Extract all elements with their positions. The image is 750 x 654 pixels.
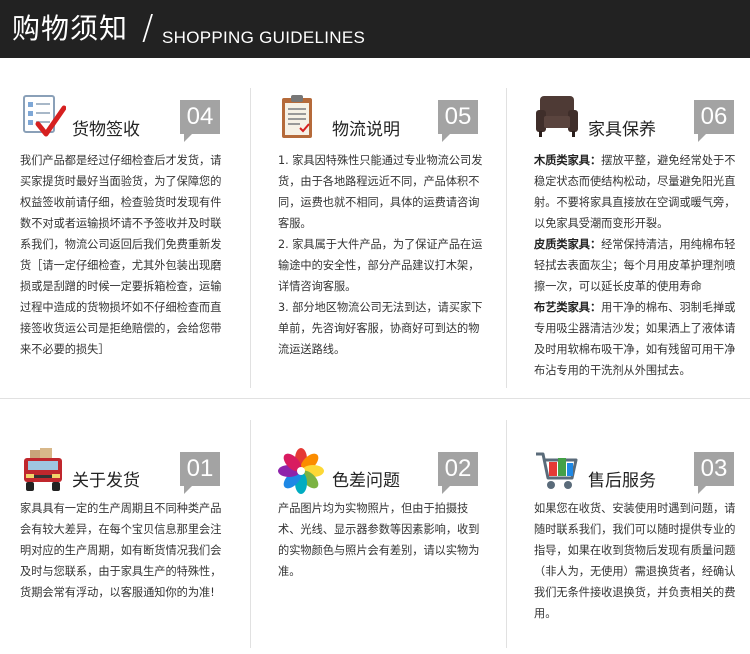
header-slash: / bbox=[142, 8, 154, 48]
checklist-icon bbox=[20, 94, 67, 140]
card-title: 售后服务 bbox=[588, 471, 656, 491]
logistics-item: 2. 家具属于大件产品，为了保证产品在运输途中的安全性，部分产品建议打木架，详情… bbox=[278, 238, 483, 293]
clipboard-icon bbox=[278, 94, 324, 140]
card-title: 货物签收 bbox=[72, 120, 140, 140]
card-shipping: 关于发货 01 家具具有一定的生产周期且不同种类产品会有较大差异，在每个宝贝信息… bbox=[20, 448, 242, 648]
logistics-item: 3. 部分地区物流公司无法到达，请买家下单前，先咨询好客服，协商好可到达的物流运… bbox=[278, 301, 483, 356]
card-title: 物流说明 bbox=[332, 120, 400, 140]
care-item-label: 布艺类家具： bbox=[534, 301, 602, 314]
card-number-badge: 02 bbox=[438, 452, 478, 494]
header-bar: 购物须知 / SHOPPING GUIDELINES bbox=[0, 0, 750, 58]
card-number-badge: 01 bbox=[180, 452, 220, 494]
care-item-label: 皮质类家具： bbox=[534, 238, 602, 251]
card-body: 家具具有一定的生产周期且不同种类产品会有较大差异，在每个宝贝信息那里会注明对应的… bbox=[20, 502, 222, 599]
logistics-item: 1. 家具因特殊性只能通过专业物流公司发货，由于各地路程远近不同，产品体积不同，… bbox=[278, 154, 483, 230]
card-body: 如果您在收货、安装使用时遇到问题，请随时联系我们，我们可以随时提供专业的指导，如… bbox=[534, 502, 736, 620]
divider-v2-top bbox=[506, 88, 507, 388]
card-body: 木质类家具：摆放平整，避免经常处于不稳定状态而使结构松动，尽量避免阳光直射。不要… bbox=[534, 150, 740, 381]
header-title-en: SHOPPING GUIDELINES bbox=[162, 28, 366, 47]
card-title: 色差问题 bbox=[332, 471, 400, 491]
card-title: 关于发货 bbox=[72, 471, 140, 491]
card-number-badge: 03 bbox=[694, 452, 734, 494]
card-body: 1. 家具因特殊性只能通过专业物流公司发货，由于各地路程远近不同，产品体积不同，… bbox=[278, 150, 490, 360]
card-number-badge: 05 bbox=[438, 100, 478, 142]
care-item-label: 木质类家具： bbox=[534, 154, 602, 167]
divider-v1-top bbox=[250, 88, 251, 388]
divider-v2-bottom bbox=[506, 420, 507, 648]
card-body: 产品图片均为实物照片，但由于拍摄技术、光线、显示器参数等因素影响，收到的实物颜色… bbox=[278, 502, 480, 578]
truck-icon bbox=[20, 448, 66, 494]
card-receipt: 货物签收 04 我们产品都是经过仔细检查后才发货，请买家提货时最好当面验货，为了… bbox=[20, 94, 242, 384]
care-item: 木质类家具：摆放平整，避免经常处于不稳定状态而使结构松动，尽量避免阳光直射。不要… bbox=[534, 150, 740, 234]
card-aftersales: 售后服务 03 如果您在收货、安装使用时遇到问题，请随时联系我们，我们可以随时提… bbox=[534, 448, 744, 648]
card-title: 家具保养 bbox=[588, 120, 656, 140]
care-item: 布艺类家具：用干净的棉布、羽制毛掸或专用吸尘器清洁沙发；如果洒上了液体请及时用软… bbox=[534, 297, 740, 381]
divider-h bbox=[0, 398, 750, 399]
card-logistics: 物流说明 05 1. 家具因特殊性只能通过专业物流公司发货，由于各地路程远近不同… bbox=[278, 94, 500, 384]
card-number-badge: 04 bbox=[180, 100, 220, 142]
card-body: 我们产品都是经过仔细检查后才发货，请买家提货时最好当面验货，为了保障您的权益签收… bbox=[20, 154, 222, 356]
divider-v1-bottom bbox=[250, 420, 251, 648]
care-item: 皮质类家具：经常保持清洁，用纯棉布轻轻拭去表面灰尘；每个月用皮革护理剂喷擦一次，… bbox=[534, 234, 740, 297]
card-color: 色差问题 02 产品图片均为实物照片，但由于拍摄技术、光线、显示器参数等因素影响… bbox=[278, 448, 500, 648]
header-title-cn: 购物须知 bbox=[12, 12, 129, 45]
color-petals-icon bbox=[278, 448, 324, 494]
cart-icon bbox=[534, 448, 580, 494]
card-care: 家具保养 06 木质类家具：摆放平整，避免经常处于不稳定状态而使结构松动，尽量避… bbox=[534, 94, 744, 384]
card-number-badge: 06 bbox=[694, 100, 734, 142]
armchair-icon bbox=[534, 94, 580, 140]
